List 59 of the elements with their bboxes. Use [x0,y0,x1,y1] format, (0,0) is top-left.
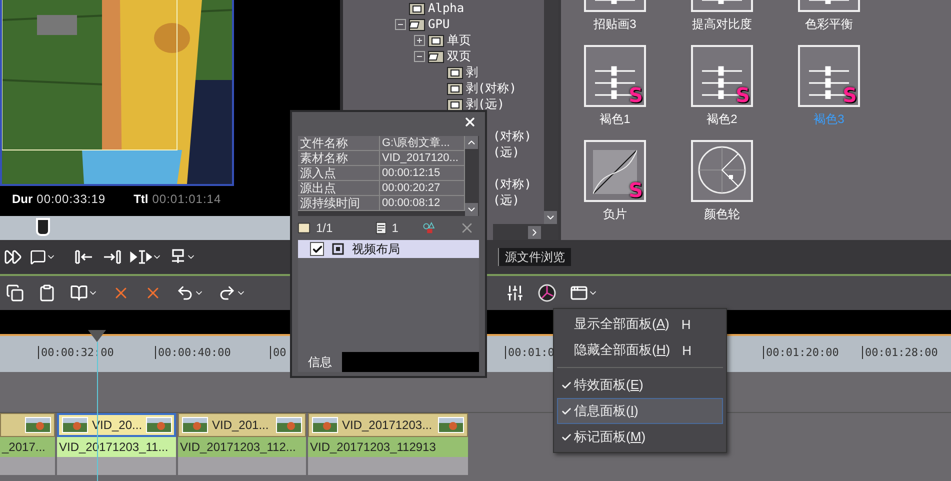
effect-label[interactable]: 褐色1 [600,111,630,128]
property-value: 00:00:08:12 [380,196,465,211]
ruler-timecode: 00:01:20:00 [763,346,839,359]
tree-item[interactable]: (远) [493,192,520,208]
layer-name: 视频布局 [352,240,400,258]
video-clip[interactable]: VID_201... [178,413,306,437]
layer-row[interactable]: 视频布局 [298,240,479,258]
menu-item[interactable]: 信息面板(I) [557,398,723,424]
property-value: G:\原创文章... [380,136,465,151]
video-clip[interactable]: VID_20171203... [308,413,468,437]
duration-timecode: 00:00:33:19 [36,192,106,206]
panel-tab[interactable]: 信息 [298,352,342,372]
effect-label[interactable]: 招贴画3 [594,16,636,33]
property-value: VID_2017120... [380,151,465,166]
effect-label[interactable]: 褐色2 [706,111,738,128]
clip-name: VID_201... [212,418,270,432]
total-label: Ttl [134,192,148,206]
tree-item[interactable]: 双页 [447,48,471,64]
audio-clip[interactable]: _2017... [0,437,55,457]
property-value: 00:00:12:15 [380,166,465,181]
badge-label: S [628,178,643,202]
menu-item[interactable]: 特效面板(E) [557,372,723,398]
tree-item[interactable]: 剥 [466,64,478,80]
menu-item[interactable]: 显示全部面板(A) H [557,311,723,337]
badge-label: S [736,83,750,107]
page-count: 1/1 [316,221,333,235]
ruler-timecode: 00 [270,346,286,359]
effect-label[interactable]: 色彩平衡 [805,16,853,33]
tree-item[interactable]: (远) [493,144,520,160]
property-name: 文件名称 [298,136,380,151]
clip-name: VID_20171203... [342,418,434,432]
menu-item[interactable]: 标记面板(M) [557,424,723,450]
property-value: 00:00:20:27 [380,181,465,196]
badge-label: S [628,83,643,107]
layer-count: 1 [392,221,398,235]
tree-item[interactable]: (对称) [493,128,532,144]
tree-item[interactable]: Alpha [428,1,464,15]
tree-item[interactable]: 剥(对称) [466,80,516,96]
total-timecode: 00:01:01:14 [152,192,222,206]
audio-clip[interactable]: VID_20171203_112... [178,437,306,457]
property-name: 源持续时间 [298,196,380,211]
effect-label[interactable]: 负片 [603,206,627,223]
menu-item[interactable]: 隐藏全部面板(H) H [557,337,723,363]
badge-label: S [842,83,857,107]
tree-item[interactable]: (对称) [493,176,532,192]
tree-item[interactable]: 剥(远) [466,96,504,112]
duration-label: Dur [12,192,33,206]
property-name: 源入点 [298,166,380,181]
effect-label[interactable]: 提高对比度 [692,16,752,33]
property-name: 素材名称 [298,151,380,166]
property-name: 源出点 [298,181,380,196]
tree-item[interactable]: 单页 [447,32,471,48]
ruler-timecode: 00:00:40:00 [155,346,231,359]
panel-tab[interactable]: 源文件浏览 [498,248,571,266]
tree-item[interactable]: GPU [428,17,450,31]
effect-label[interactable]: 颜色轮 [704,206,740,223]
ruler-timecode: 00:01:28:00 [862,346,938,359]
audio-clip[interactable]: VID_20171203_11... [57,437,176,457]
audio-clip[interactable]: VID_20171203_112913 [308,437,468,457]
